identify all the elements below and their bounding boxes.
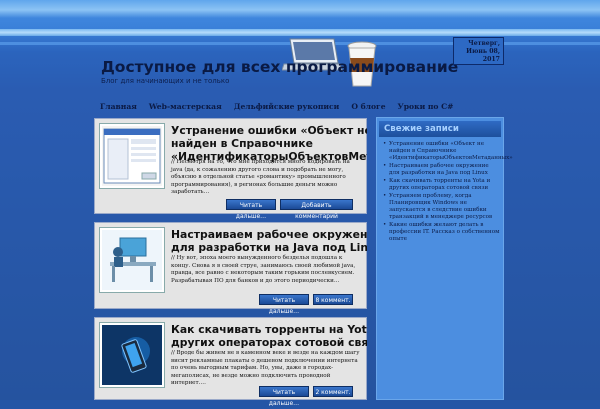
post-excerpt: // Ну вот, эпоха моего вынужденного безд… [171, 255, 356, 284]
post-title-line: Устранение ошибки «Объект не [171, 124, 367, 137]
smartphone-icon[interactable] [100, 323, 164, 387]
recent-post-link[interactable]: Устраняем проблему, когда Планировщик Wi… [383, 193, 501, 221]
read-more-button[interactable]: Читать дальше… [259, 294, 309, 315]
post-title-line: для разработки на Java под Linux [171, 241, 367, 254]
site-title[interactable]: Доступное для всех программирование [101, 58, 458, 76]
date-box: Четверг, Июнь 08, 2017 [453, 37, 504, 65]
recent-posts-list: Устранение ошибки «Объект не найден в Сп… [383, 141, 513, 244]
nav-item-home[interactable]: Главная [100, 102, 137, 114]
nav-item-about[interactable]: О блоге [351, 102, 385, 114]
sidebar-heading: Свежие записи [379, 121, 501, 137]
post-card: Как скачивать торренты на Yota и других … [94, 317, 367, 407]
post-title[interactable]: Как скачивать торренты на Yota и других … [171, 323, 367, 349]
post-title-line: других операторах сотовой связи [171, 336, 367, 349]
recent-post-link[interactable]: Устранение ошибки «Объект не найден в Сп… [383, 141, 513, 162]
nav-item-delphi[interactable]: Дельфийские рукописи [234, 102, 340, 114]
recent-post-link[interactable]: Как скачивать торренты на Yota и других … [383, 178, 501, 192]
dialog-window-icon[interactable] [100, 124, 164, 188]
post-title[interactable]: Настраиваем рабочее окружение для разраб… [171, 228, 367, 254]
comments-count-button[interactable]: 2 коммент. [313, 386, 353, 397]
sidebar: Свежие записи Устранение ошибки «Объект … [376, 117, 513, 400]
post-excerpt: // Несмотря на то, что мне приходится мн… [171, 159, 350, 196]
post-title-line: найден в Справочнике [171, 137, 313, 150]
site-subtitle: Блог для начинающих и не только [101, 77, 230, 85]
read-more-button[interactable]: Читать дальше… [226, 199, 276, 220]
comments-count-button[interactable]: 8 коммент. [313, 294, 353, 305]
nav-item-web-workshop[interactable]: Web-мастерская [149, 102, 222, 114]
post-title-line: Настраиваем рабочее окружение [171, 228, 367, 241]
developer-desk-icon[interactable] [100, 228, 164, 292]
post-card: Устранение ошибки «Объект не найден в Сп… [94, 118, 367, 220]
date-day: Июнь 08, [466, 48, 500, 55]
recent-post-link[interactable]: Настраиваем рабочее окружение для разраб… [383, 163, 501, 177]
post-title[interactable]: Устранение ошибки «Объект не найден в Сп… [171, 124, 367, 163]
date-weekday: Четверг, [468, 40, 500, 47]
post-list: Устранение ошибки «Объект не найден в Сп… [94, 116, 367, 407]
post-title-line: Как скачивать торренты на Yota и [171, 323, 367, 336]
recent-post-link[interactable]: Какие ошибки желают делать в профессии I… [383, 222, 501, 243]
main-nav: Главная Web-мастерская Дельфийские рукоп… [100, 102, 466, 114]
post-card: Настраиваем рабочее окружение для разраб… [94, 222, 367, 315]
add-comment-button[interactable]: Добавить комментарий [280, 199, 353, 220]
nav-item-csharp[interactable]: Уроки по C# [398, 102, 454, 114]
date-year: 2017 [482, 56, 500, 63]
header-stripe [0, 29, 600, 36]
post-excerpt: // Вроде бы живем не в каменном веке и в… [171, 350, 360, 387]
read-more-button[interactable]: Читать дальше… [259, 386, 309, 407]
